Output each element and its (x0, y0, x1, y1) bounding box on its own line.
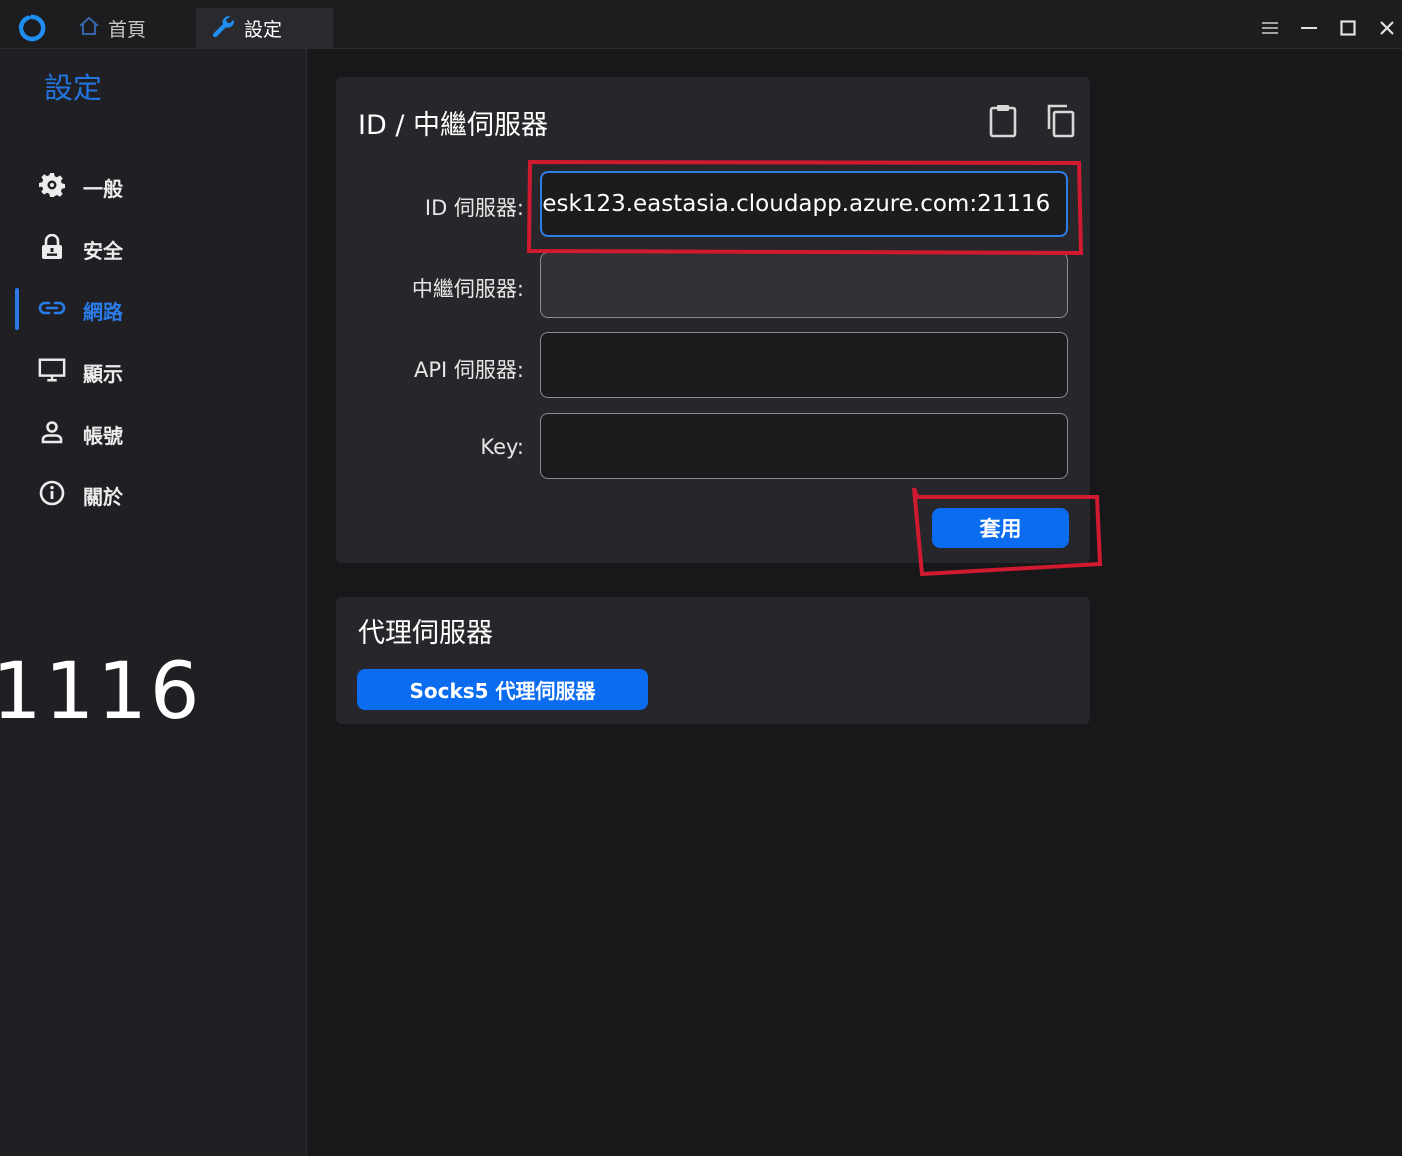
sidebar-item-security[interactable]: 安全 (0, 225, 306, 269)
api-server-input[interactable] (540, 332, 1068, 398)
monitor-icon (38, 358, 66, 382)
gear-icon (38, 173, 66, 197)
sidebar-item-label: 一般 (83, 177, 123, 201)
overlay-text: 1116 (0, 647, 203, 737)
home-icon (78, 16, 100, 41)
sidebar-item-label: 關於 (83, 485, 123, 509)
sidebar-item-general[interactable]: 一般 (0, 163, 306, 207)
tab-home[interactable]: 首頁 (72, 8, 188, 48)
tab-home-label: 首頁 (108, 18, 147, 41)
api-server-label: API 伺服器: (414, 358, 524, 382)
copy-icon[interactable] (1043, 103, 1077, 139)
wrench-icon (210, 13, 236, 44)
sidebar-item-display[interactable]: 顯示 (0, 348, 306, 392)
close-icon[interactable] (1373, 14, 1401, 42)
active-indicator (15, 288, 19, 330)
tab-settings[interactable]: 設定 (196, 8, 333, 48)
app-logo-icon (16, 12, 48, 44)
clipboard-icon[interactable] (986, 103, 1020, 139)
card-title: ID / 中繼伺服器 (358, 110, 549, 141)
menu-icon[interactable] (1256, 14, 1284, 42)
title-bar: 首頁 設定 (0, 0, 1402, 49)
user-icon (38, 420, 66, 444)
sidebar-item-label: 網路 (83, 300, 123, 324)
apply-button[interactable]: 套用 (932, 508, 1069, 548)
key-label: Key: (480, 435, 524, 459)
link-icon (38, 296, 66, 320)
lock-icon (38, 234, 66, 259)
relay-server-input[interactable] (540, 252, 1068, 318)
sidebar-title: 設定 (44, 71, 103, 105)
minimize-icon[interactable] (1295, 14, 1323, 42)
socks5-proxy-button[interactable]: Socks5 代理伺服器 (357, 669, 648, 710)
id-server-label: ID 伺服器: (424, 196, 524, 220)
proxy-server-card: 代理伺服器 Socks5 代理伺服器 (336, 597, 1090, 724)
sidebar-item-account[interactable]: 帳號 (0, 410, 306, 454)
sidebar-item-label: 顯示 (83, 362, 123, 386)
sidebar-item-label: 帳號 (83, 424, 123, 448)
maximize-icon[interactable] (1334, 14, 1362, 42)
sidebar: 設定 一般 安全 網路 顯示 帳號 關於 1116 (0, 49, 307, 1156)
id-server-input[interactable]: :tdesk123.eastasia.cloudapp.azure.com:21… (540, 171, 1068, 237)
key-input[interactable] (540, 413, 1068, 479)
id-server-value: :tdesk123.eastasia.cloudapp.azure.com:21… (540, 191, 1051, 217)
tab-settings-label: 設定 (244, 18, 283, 41)
sidebar-item-about[interactable]: 關於 (0, 471, 306, 515)
card-title: 代理伺服器 (358, 618, 493, 649)
relay-server-label: 中繼伺服器: (411, 277, 524, 301)
sidebar-item-label: 安全 (83, 239, 123, 263)
id-relay-server-card: ID / 中繼伺服器 ID 伺服器: :tdesk123.eastasia.cl… (336, 77, 1090, 563)
info-icon (38, 480, 66, 506)
sidebar-item-network[interactable]: 網路 (0, 286, 306, 330)
